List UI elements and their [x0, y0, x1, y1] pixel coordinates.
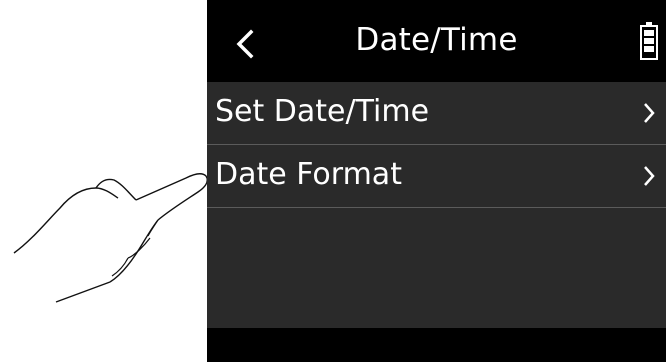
chevron-right-icon: [644, 166, 655, 186]
menu-item-set-date-time[interactable]: Set Date/Time: [207, 82, 666, 145]
pointing-hand-illustration: [13, 173, 208, 303]
menu-item-label: Set Date/Time: [215, 94, 430, 129]
menu-item-date-format[interactable]: Date Format: [207, 145, 666, 208]
settings-menu: Set Date/Time Date Format: [207, 82, 666, 328]
bottom-strip: [207, 328, 666, 362]
battery-icon: [640, 22, 658, 60]
chevron-right-icon: [644, 103, 655, 123]
page-title: Date/Time: [355, 22, 518, 58]
menu-item-label: Date Format: [215, 157, 402, 192]
title-bar: Date/Time: [207, 0, 666, 82]
device-screen: Date/Time Set Date/Time Date Format: [207, 0, 666, 362]
